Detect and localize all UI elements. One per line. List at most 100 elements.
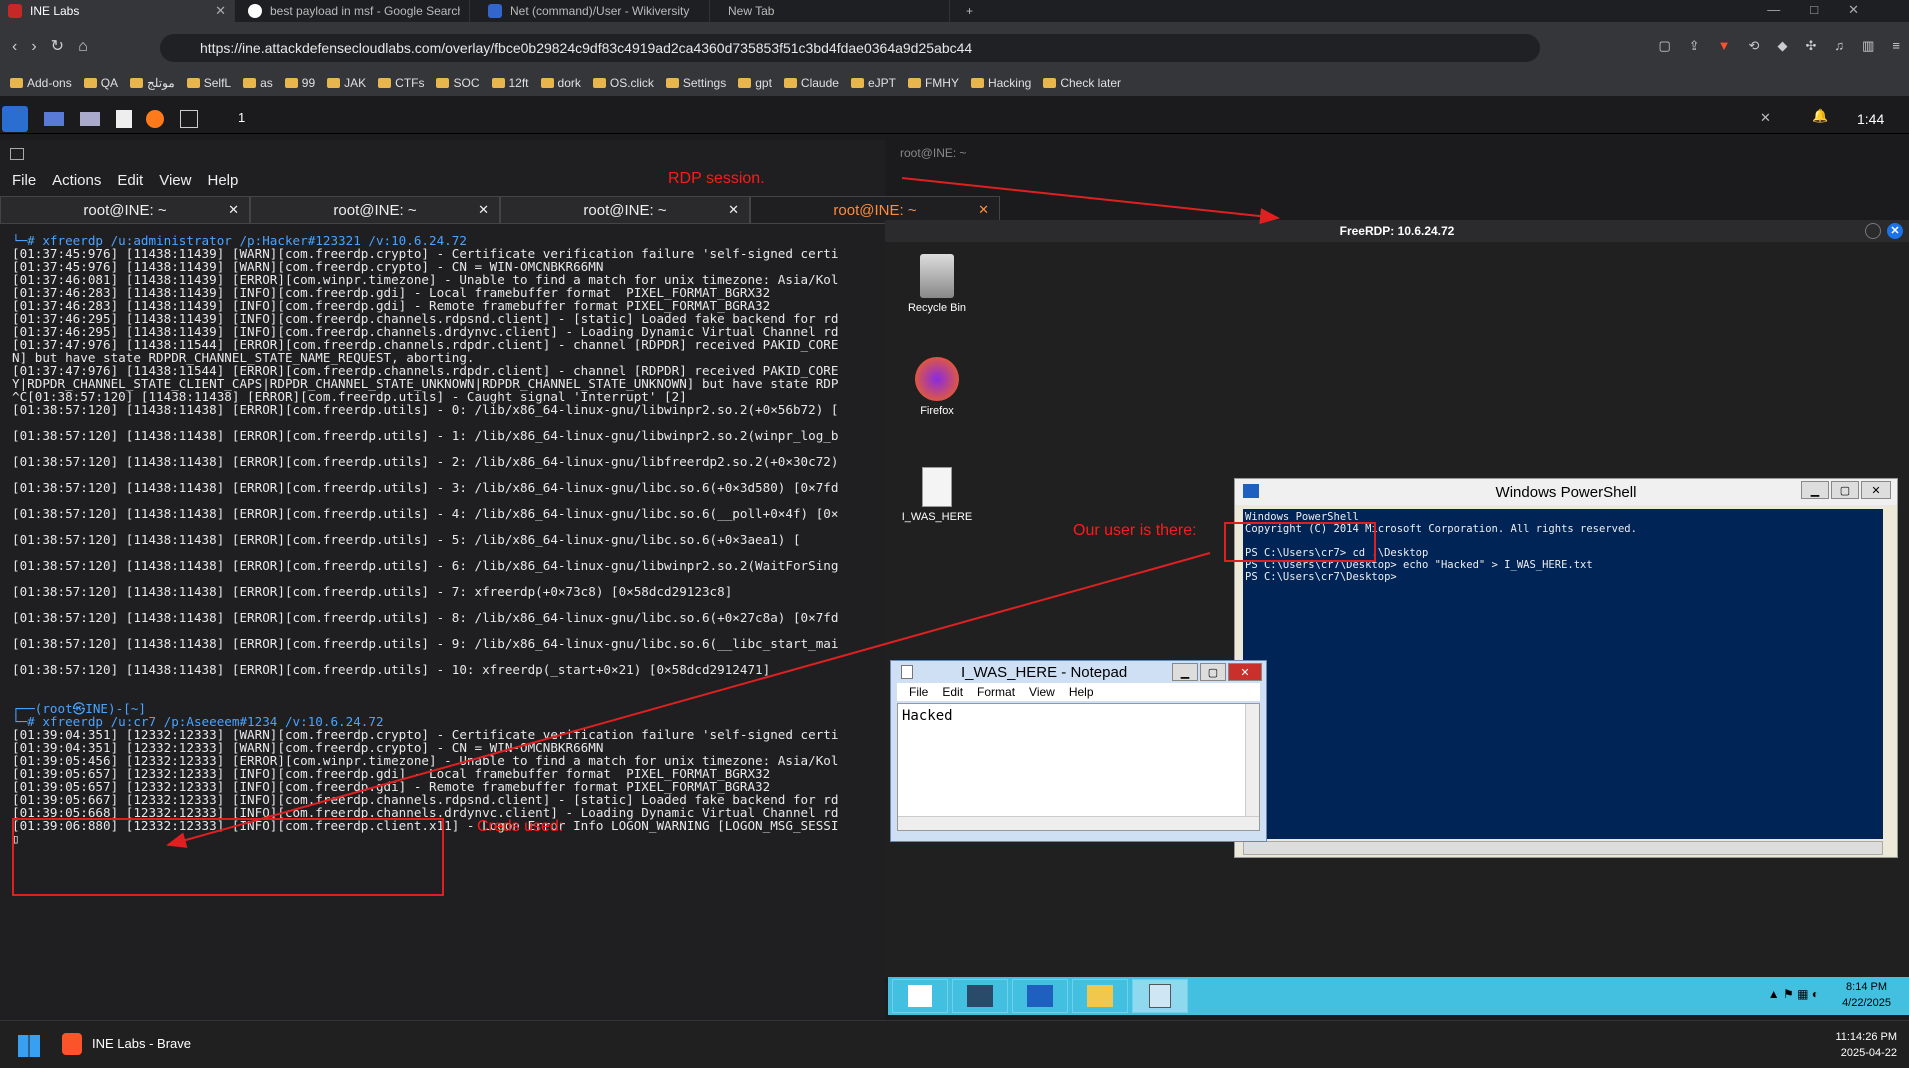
maximize-button[interactable]: ▢ xyxy=(1831,481,1859,499)
desktop-icon[interactable] xyxy=(44,112,64,126)
bookmark-label: as xyxy=(260,76,273,90)
notepad-menu-help[interactable]: Help xyxy=(1069,685,1094,699)
tray-icons[interactable]: ▲ ⚑ ▦ ◐ xyxy=(1768,987,1819,1001)
bookmark-item[interactable]: gpt xyxy=(738,76,772,90)
menu-help[interactable]: Help xyxy=(207,172,238,189)
browser-tab-ine-labs[interactable]: INE Labs ✕ xyxy=(0,0,235,22)
close-tab-icon[interactable]: ✕ xyxy=(978,202,989,218)
files-icon[interactable] xyxy=(80,112,100,126)
close-tab-icon[interactable]: ✕ xyxy=(728,202,739,218)
folder-icon xyxy=(186,78,200,88)
bookmark-item[interactable]: 12ft xyxy=(491,76,529,90)
menu-edit[interactable]: Edit xyxy=(117,172,143,189)
menu-view[interactable]: View xyxy=(159,172,191,189)
notepad-menu-edit[interactable]: Edit xyxy=(942,685,963,699)
folder-icon xyxy=(738,78,752,88)
server-manager-button[interactable] xyxy=(952,979,1008,1013)
notepad-window[interactable]: I_WAS_HERE - Notepad ▁ ▢ ✕ File Edit Forma… xyxy=(890,660,1267,842)
bookmark-item[interactable]: Settings xyxy=(665,76,726,90)
folder-icon xyxy=(540,78,554,88)
folder-icon xyxy=(243,78,257,88)
terminal-tab[interactable]: root@INE: ~ ✕ xyxy=(250,196,500,224)
desktop-icon-label: I_WAS_HERE xyxy=(901,511,973,523)
bookmark-label: Check later xyxy=(1060,76,1122,90)
notepad-taskbar-button[interactable] xyxy=(1132,979,1188,1013)
bookmark-item[interactable]: موتلج xyxy=(130,76,175,90)
close-button[interactable]: ✕ xyxy=(1228,663,1262,681)
bookmark-item[interactable]: OS.click xyxy=(592,76,654,90)
bookmark-item[interactable]: dork xyxy=(540,76,581,90)
editor-icon[interactable] xyxy=(116,110,132,128)
bookmark-item[interactable]: Add-ons xyxy=(10,76,72,90)
menu-file[interactable]: File xyxy=(12,172,36,189)
bookmark-item[interactable]: Hacking xyxy=(970,76,1031,90)
bookmark-item[interactable]: JAK xyxy=(327,76,366,90)
minimize-button[interactable]: ▁ xyxy=(1172,663,1198,681)
minimize-button[interactable]: ▁ xyxy=(1801,481,1829,499)
close-tab-icon[interactable]: ✕ xyxy=(228,202,239,218)
firefox-desktop-icon[interactable]: Firefox xyxy=(897,357,977,417)
workspace-indicator[interactable]: 1 xyxy=(238,110,245,125)
notepad-hscrollbar[interactable] xyxy=(898,816,1259,830)
brave-taskbar-label[interactable]: INE Labs - Brave xyxy=(92,1036,191,1051)
i-was-here-desktop-icon[interactable]: I_WAS_HERE xyxy=(897,467,977,523)
host-date: 2025-04-22 xyxy=(1840,1047,1897,1059)
bookmark-item[interactable]: SelfL xyxy=(186,76,231,90)
brave-icon[interactable] xyxy=(62,1033,82,1055)
bookmark-item[interactable]: Check later xyxy=(1043,76,1121,90)
tab-title: best payload in msf - Google Search xyxy=(270,4,460,18)
bookmark-item[interactable]: 99 xyxy=(284,76,315,90)
firefox-icon[interactable] xyxy=(146,110,164,128)
new-tab-button[interactable]: + xyxy=(958,0,988,22)
bell-icon[interactable]: 🔔 xyxy=(1812,108,1828,124)
minimize-rdp-icon[interactable] xyxy=(1865,223,1881,239)
browser-extension-icons[interactable]: ▢ ⇪ ▼ ⟲ ◆ ✣ ♫ ▥ ≡ xyxy=(1540,38,1900,58)
host-time: 11:14:26 PM xyxy=(1835,1031,1897,1043)
powershell-hscrollbar[interactable] xyxy=(1243,841,1883,855)
notepad-text-area[interactable]: Hacked xyxy=(897,703,1260,831)
tab-title: Net (command)/User - Wikiversity xyxy=(510,4,690,18)
terminal-line: [01:38:57:120] [11438:11438] [ERROR][com… xyxy=(12,610,839,625)
explorer-taskbar-button[interactable] xyxy=(1072,979,1128,1013)
window-controls[interactable]: —□✕ xyxy=(1767,2,1889,18)
terminal-icon[interactable] xyxy=(180,110,198,128)
terminal-tab[interactable]: root@INE: ~ ✕ xyxy=(0,196,250,224)
notepad-menu-format[interactable]: Format xyxy=(977,685,1015,699)
notepad-icon xyxy=(901,665,913,679)
wiki-favicon-icon xyxy=(488,4,502,18)
bookmark-item[interactable]: as xyxy=(243,76,273,90)
close-button[interactable]: ✕ xyxy=(1861,481,1891,499)
bookmark-item[interactable]: eJPT xyxy=(850,76,896,90)
powershell-icon xyxy=(1243,484,1259,498)
browser-tab-new[interactable]: New Tab xyxy=(720,0,950,22)
bookmark-item[interactable]: CTFs xyxy=(378,76,424,90)
bookmark-item[interactable]: SOC xyxy=(436,76,480,90)
close-tab-icon[interactable]: ✕ xyxy=(215,3,226,19)
windows-start-icon[interactable] xyxy=(18,1035,40,1057)
powershell-taskbar-button[interactable] xyxy=(1012,979,1068,1013)
menu-actions[interactable]: Actions xyxy=(52,172,101,189)
notepad-menu-view[interactable]: View xyxy=(1029,685,1055,699)
bookmark-item[interactable]: QA xyxy=(83,76,118,90)
mute-icon[interactable]: ✕ xyxy=(1760,110,1771,126)
annotation-user: Our user is there: xyxy=(1073,522,1197,539)
nav-buttons[interactable]: ‹›↻⌂ xyxy=(12,36,102,56)
notepad-menu-file[interactable]: File xyxy=(909,685,928,699)
close-rdp-icon[interactable]: ✕ xyxy=(1887,223,1903,239)
freerdp-title: FreeRDP: 10.6.24.72 xyxy=(1339,224,1455,238)
kali-menu-icon[interactable] xyxy=(2,106,28,132)
notepad-vscrollbar[interactable] xyxy=(1245,704,1259,830)
recycle-bin-desktop-icon[interactable]: Recycle Bin xyxy=(897,254,977,314)
start-button[interactable] xyxy=(892,979,948,1013)
browser-tab-wikiversity[interactable]: Net (command)/User - Wikiversity xyxy=(480,0,710,22)
bookmark-label: Add-ons xyxy=(27,76,72,90)
address-bar[interactable]: https://ine.attackdefensecloudlabs.com/o… xyxy=(160,34,1540,62)
bookmark-item[interactable]: FMHY xyxy=(907,76,959,90)
maximize-button[interactable]: ▢ xyxy=(1200,663,1226,681)
folder-icon xyxy=(436,78,450,88)
close-tab-icon[interactable]: ✕ xyxy=(478,202,489,218)
bookmark-item[interactable]: Claude xyxy=(783,76,839,90)
folder-icon xyxy=(327,78,341,88)
browser-tab-google[interactable]: best payload in msf - Google Search xyxy=(240,0,470,22)
terminal-tab[interactable]: root@INE: ~ ✕ xyxy=(500,196,750,224)
